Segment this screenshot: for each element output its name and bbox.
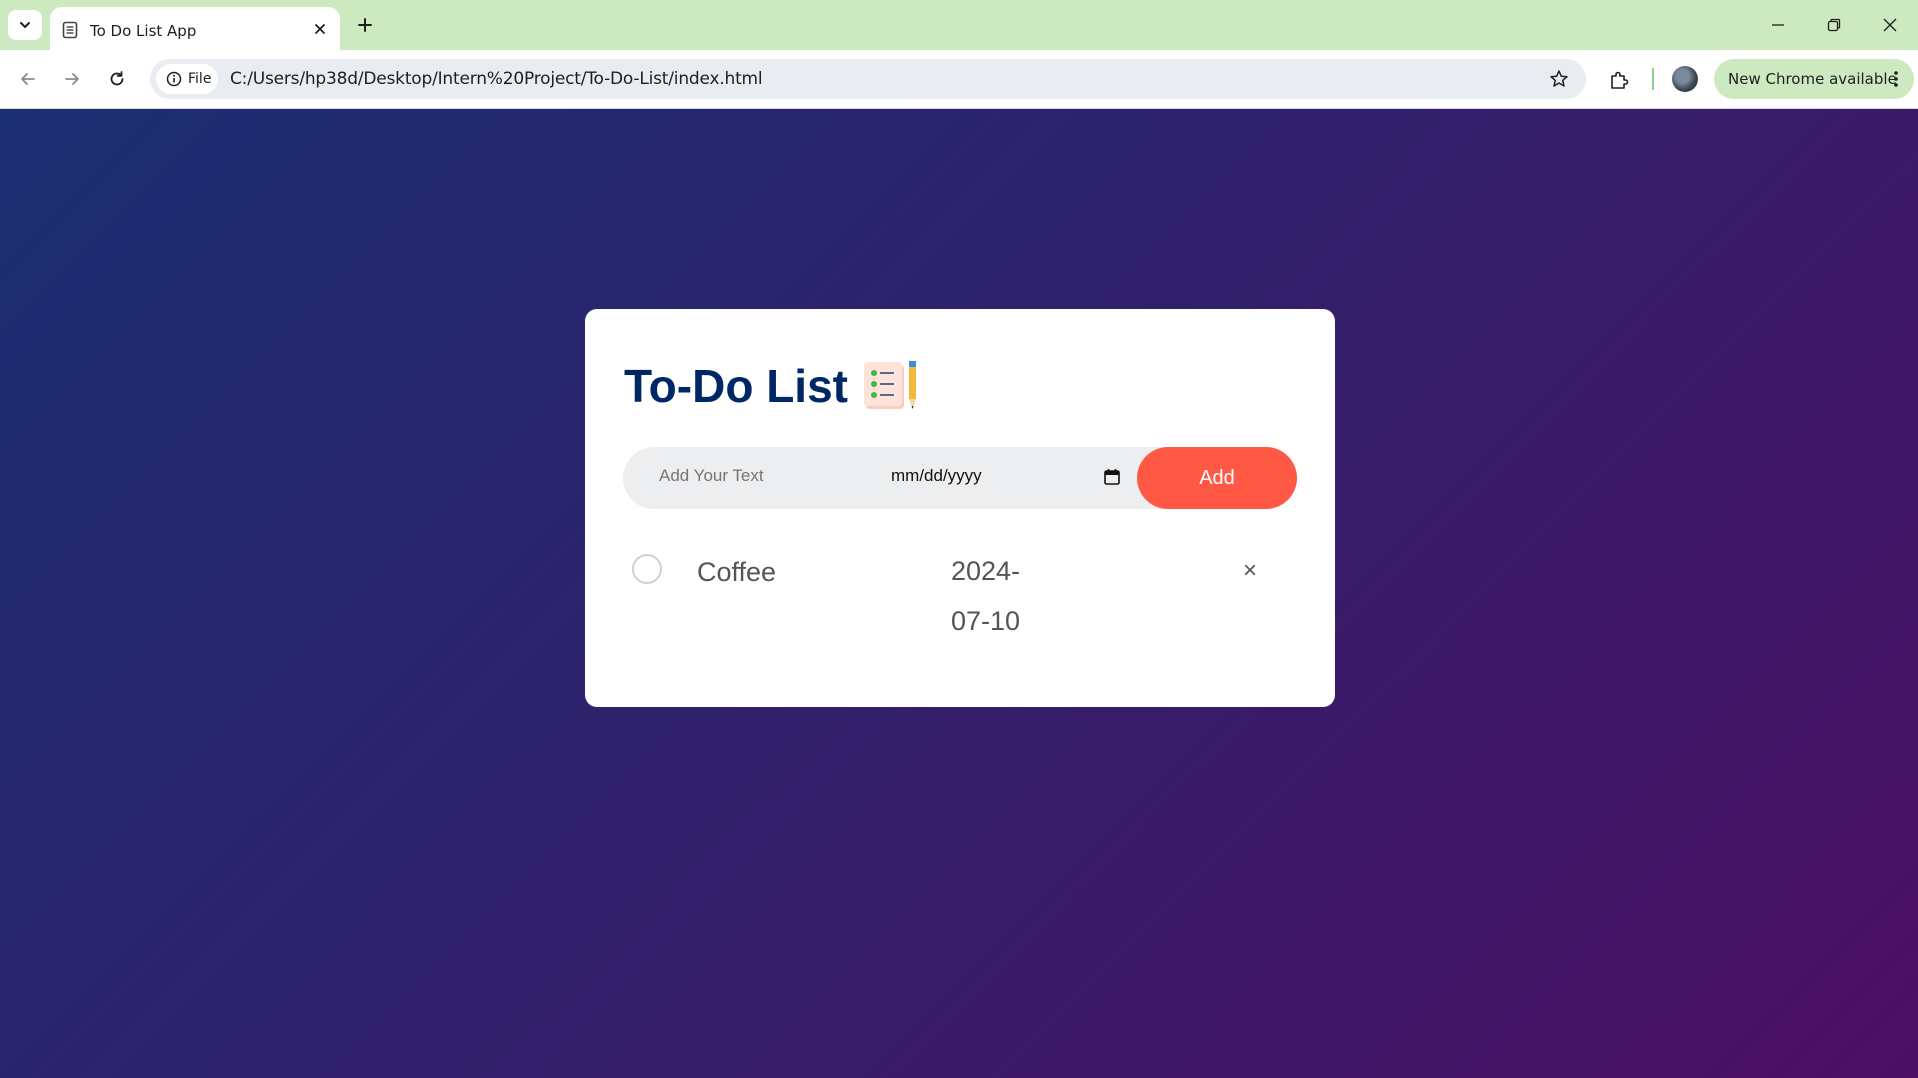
extensions-button[interactable] xyxy=(1604,65,1634,95)
title-row: To-Do List xyxy=(624,360,920,412)
menu-button[interactable] xyxy=(1888,68,1904,90)
puzzle-icon xyxy=(1611,71,1629,89)
active-tab[interactable]: To Do List App xyxy=(50,7,340,50)
new-tab-button[interactable] xyxy=(352,12,378,38)
task-text: Coffee xyxy=(697,557,777,587)
tab-search-button[interactable] xyxy=(8,10,42,40)
page-viewport: To-Do List Add Your Text mm/dd/yyyy Add … xyxy=(0,109,1918,1078)
checklist-icon xyxy=(863,361,916,409)
minimize-icon xyxy=(1772,24,1784,26)
task-date-input[interactable]: mm/dd/yyyy xyxy=(891,466,982,486)
reload-button[interactable] xyxy=(101,63,133,95)
add-button[interactable]: Add xyxy=(1137,447,1297,509)
task-text-input[interactable]: Add Your Text xyxy=(659,466,764,486)
browser-toolbar: File C:/Users/hp38d/Desktop/Intern%20Pro… xyxy=(0,50,1918,109)
star-icon xyxy=(1550,70,1568,87)
address-bar[interactable]: File C:/Users/hp38d/Desktop/Intern%20Pro… xyxy=(150,59,1586,99)
restore-button[interactable] xyxy=(1814,10,1854,40)
back-button[interactable] xyxy=(12,63,44,95)
forward-button[interactable] xyxy=(56,63,88,95)
task-checkbox[interactable] xyxy=(632,554,662,584)
update-label: New Chrome available xyxy=(1728,70,1897,88)
tab-title: To Do List App xyxy=(90,22,197,40)
task-list-item[interactable]: Coffee 2024-07-10 × xyxy=(623,554,1297,704)
restore-icon xyxy=(1827,18,1841,32)
todo-card: To-Do List Add Your Text mm/dd/yyyy Add … xyxy=(585,309,1335,707)
tab-strip: To Do List App xyxy=(0,0,1918,50)
toolbar-divider xyxy=(1652,68,1654,90)
arrow-right-icon xyxy=(65,73,79,85)
close-icon xyxy=(1883,18,1897,32)
info-icon xyxy=(166,71,182,87)
profile-avatar[interactable] xyxy=(1672,66,1698,92)
chevron-down-icon xyxy=(20,22,30,29)
chrome-update-button[interactable]: New Chrome available xyxy=(1714,59,1914,99)
site-info-chip[interactable]: File xyxy=(156,64,218,94)
add-task-row: Add Your Text mm/dd/yyyy Add xyxy=(623,447,1297,509)
reload-icon xyxy=(110,71,124,86)
minimize-button[interactable] xyxy=(1758,10,1798,40)
bookmark-button[interactable] xyxy=(1548,68,1570,90)
site-info-label: File xyxy=(188,71,212,87)
page-title: To-Do List xyxy=(624,360,848,412)
calendar-icon[interactable] xyxy=(1103,468,1121,486)
kebab-menu-icon xyxy=(1894,71,1898,87)
delete-task-button[interactable]: × xyxy=(1238,557,1262,584)
arrow-left-icon xyxy=(21,73,35,85)
tab-close-button[interactable] xyxy=(310,19,330,39)
url-text[interactable]: C:/Users/hp38d/Desktop/Intern%20Project/… xyxy=(230,69,763,89)
close-icon xyxy=(315,24,325,34)
close-window-button[interactable] xyxy=(1870,10,1910,40)
plus-icon xyxy=(358,18,372,32)
task-date: 2024-07-10 xyxy=(950,556,1021,636)
document-list-icon xyxy=(62,21,78,39)
